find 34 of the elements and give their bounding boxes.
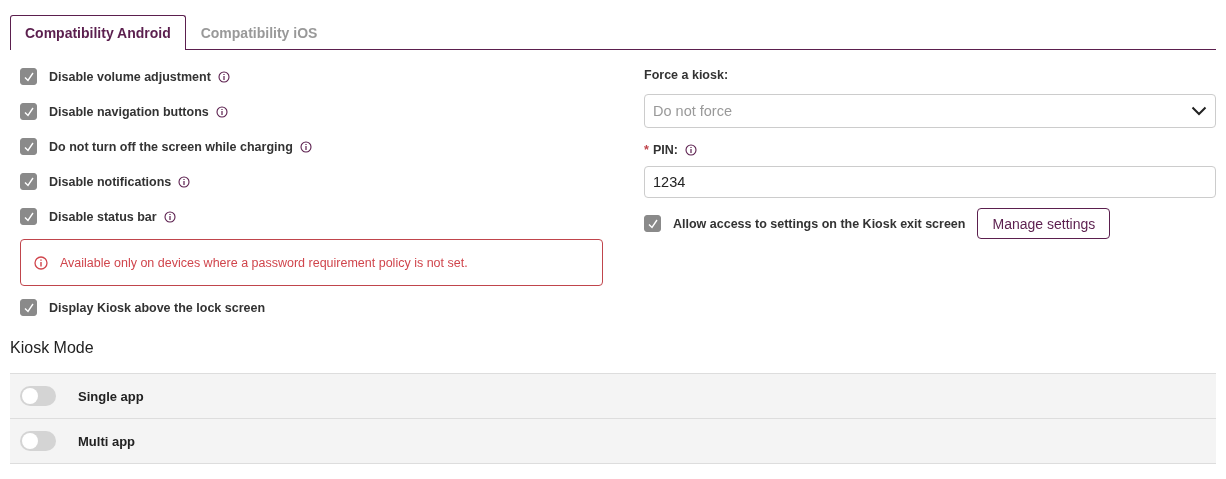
option-label: Allow access to settings on the Kiosk exit screen (673, 216, 966, 231)
section-title: Kiosk Mode (10, 339, 95, 358)
option-label: Disable notifications (49, 174, 172, 189)
info-icon[interactable] (299, 140, 312, 153)
warning-text: Available only on devices where a password requirement policy is not set. (60, 255, 468, 270)
tab[interactable]: Compatibility Android (10, 15, 186, 50)
field-label: PIN: (652, 143, 678, 157)
toggle-switch[interactable] (20, 386, 56, 406)
option-label: Disable volume adjustment (49, 69, 211, 84)
option-label: Do not turn off the screen while charging (49, 139, 293, 154)
option-label: Display Kiosk above the lock screen (49, 300, 266, 315)
info-icon[interactable] (163, 210, 176, 223)
checkbox[interactable] (20, 299, 37, 316)
info-icon[interactable] (178, 175, 191, 188)
required-mark: * (644, 143, 649, 157)
option-label: Disable navigation buttons (49, 104, 209, 119)
checkbox[interactable] (20, 208, 37, 225)
manage-settings-button[interactable]: Manage settings (977, 208, 1111, 239)
pin-field[interactable]: 1234 (644, 166, 1216, 198)
checkbox[interactable] (20, 103, 37, 120)
row-label: Single app (78, 388, 144, 404)
chevron-icon (1191, 106, 1207, 116)
toggle-switch[interactable] (20, 431, 56, 451)
field-label: Force a kiosk: (644, 68, 730, 84)
option-label: Disable status bar (49, 209, 157, 224)
checkbox[interactable] (644, 215, 661, 232)
checkbox[interactable] (20, 138, 37, 155)
checkbox[interactable] (20, 173, 37, 190)
row-label: Multi app (78, 433, 136, 449)
info-icon[interactable] (215, 105, 228, 118)
info-icon[interactable] (684, 144, 697, 156)
info-icon[interactable] (217, 70, 230, 83)
checkbox[interactable] (20, 68, 37, 85)
warning-icon (34, 255, 48, 270)
